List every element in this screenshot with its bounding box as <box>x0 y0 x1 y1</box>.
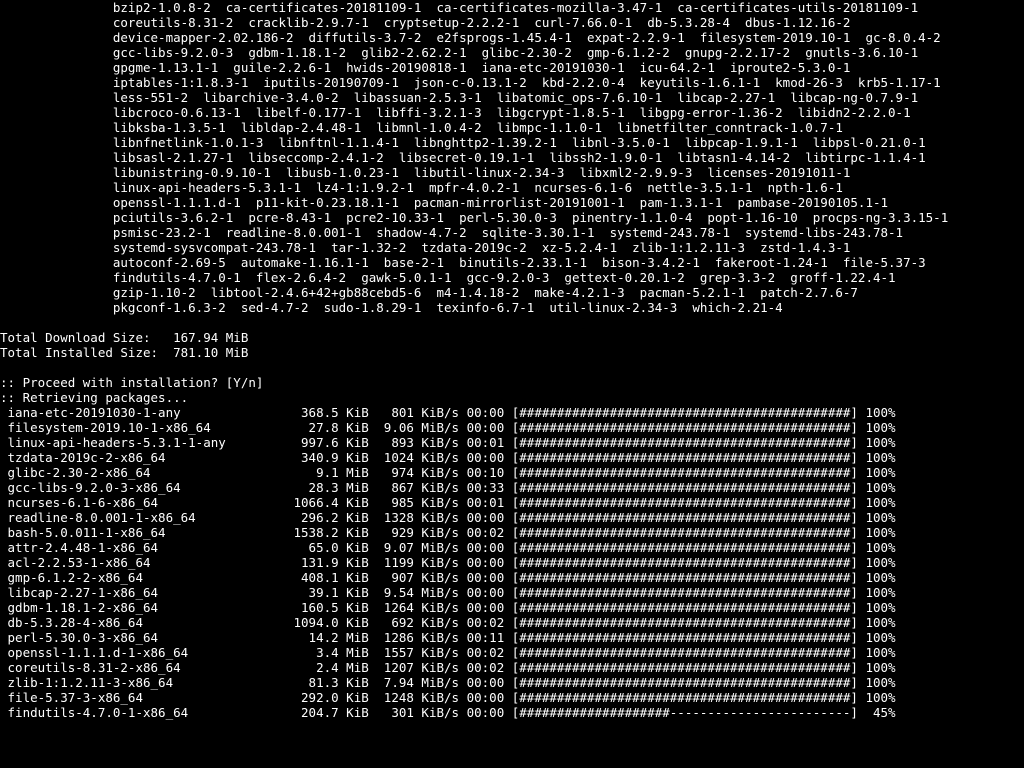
terminal-output: bzip2-1.0.8-2 ca-certificates-20181109-1… <box>0 0 1024 720</box>
